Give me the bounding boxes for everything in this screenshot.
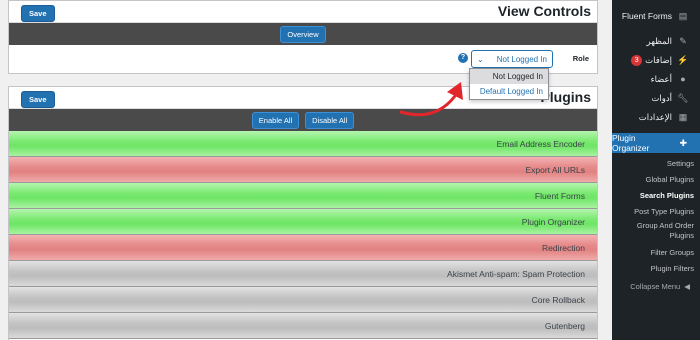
sidebar-item-label: Plugin Organizer xyxy=(612,133,650,153)
plugin-row[interactable]: Plugin Organizer xyxy=(9,209,597,235)
submenu-search-plugins[interactable]: Search Plugins xyxy=(612,191,700,201)
plugin-row[interactable]: Fluent Forms xyxy=(9,183,597,209)
sidebar-item-fluent-forms[interactable]: Fluent Forms ▤ xyxy=(612,7,700,25)
plugin-name: Plugin Organizer xyxy=(521,216,585,227)
submenu-settings[interactable]: Settings xyxy=(612,159,700,169)
collapse-arrow-icon: ◀ xyxy=(684,282,690,291)
view-controls-bar: Overview xyxy=(9,23,597,45)
role-select-value: Not Logged In xyxy=(496,54,547,64)
plugin-row[interactable]: Akismet Anti-spam: Spam Protection xyxy=(9,261,597,287)
sidebar-item-label: الإعدادات xyxy=(638,111,672,122)
puzzle-icon: ✚ xyxy=(679,137,688,148)
role-label: Role xyxy=(572,54,589,63)
plugins-panel: Save Plugins Enable All Disable All Emai… xyxy=(8,86,598,340)
collapse-menu-button[interactable]: Collapse Menu ◀ xyxy=(612,282,700,291)
overview-button[interactable]: Overview xyxy=(280,25,326,43)
sidebar-item-settings[interactable]: الإعدادات ▦ xyxy=(612,108,700,126)
plugin-row[interactable]: Email Address Encoder xyxy=(9,131,597,157)
plugin-row[interactable]: Export All URLs xyxy=(9,157,597,183)
plugin-list: Email Address Encoder Export All URLs Flue… xyxy=(9,131,597,339)
update-count-badge: 3 xyxy=(631,54,643,66)
submenu-filter-groups[interactable]: Filter Groups xyxy=(612,248,700,258)
plugin-name: Core Rollback xyxy=(531,294,585,305)
annotation-arrow-icon xyxy=(399,82,463,117)
sidebar-item-tools[interactable]: أدوات 🔧︎ xyxy=(612,89,700,107)
submenu-plugin-filters[interactable]: Plugin Filters xyxy=(612,264,700,274)
wrench-icon: 🔧︎ xyxy=(677,92,689,103)
settings-icon: ▦ xyxy=(678,111,688,122)
plugin-row[interactable]: Redirection xyxy=(9,235,597,261)
role-select[interactable]: ⌄ Not Logged In xyxy=(471,50,553,68)
sidebar-item-plugin-organizer[interactable]: Plugin Organizer ✚ xyxy=(612,133,700,153)
help-icon[interactable]: ? xyxy=(458,53,468,63)
plugin-name: Email Address Encoder xyxy=(496,138,585,149)
collapse-menu-label: Collapse Menu xyxy=(630,282,681,291)
sidebar-item-label: إضافات xyxy=(645,54,672,65)
plugins-save-button[interactable]: Save xyxy=(21,91,55,108)
brush-icon: ✎ xyxy=(679,35,687,46)
sidebar-item-users[interactable]: أعضاء ● xyxy=(612,70,700,88)
plugin-row[interactable]: Core Rollback xyxy=(9,287,597,313)
submenu-post-type-plugins[interactable]: Post Type Plugins xyxy=(612,207,700,217)
sidebar-item-label: أعضاء xyxy=(650,73,672,84)
plugin-icon: ⚡ xyxy=(677,54,689,65)
sidebar-item-appearance[interactable]: المظهر ✎ xyxy=(612,32,700,50)
plugin-name: Redirection xyxy=(542,242,585,253)
plugin-row[interactable]: Gutenberg xyxy=(9,313,597,339)
view-controls-save-button[interactable]: Save xyxy=(21,5,55,22)
sidebar-item-label: المظهر xyxy=(646,35,672,46)
submenu-group-and-order-plugins[interactable]: Group And Order Plugins xyxy=(612,221,700,241)
sidebar-item-plugins[interactable]: 3 إضافات ⚡ xyxy=(612,51,700,69)
user-icon: ● xyxy=(680,74,686,84)
plugin-name: Gutenberg xyxy=(544,320,585,331)
plugin-name: Fluent Forms xyxy=(534,190,585,201)
plugin-name: Export All URLs xyxy=(525,164,585,175)
chevron-down-icon: ⌄ xyxy=(477,54,484,64)
view-controls-header: Save View Controls xyxy=(9,1,597,23)
plugin-name: Akismet Anti-spam: Spam Protection xyxy=(447,268,585,279)
disable-all-button[interactable]: Disable All xyxy=(305,111,355,129)
view-controls-panel: Save View Controls Overview ? ⌄ Not Logg… xyxy=(8,0,598,74)
sidebar-item-label: Fluent Forms xyxy=(621,11,672,21)
view-controls-title: View Controls xyxy=(497,3,591,19)
plugins-bar: Enable All Disable All xyxy=(9,109,597,131)
submenu-global-plugins[interactable]: Global Plugins xyxy=(612,175,700,185)
admin-sidebar: Fluent Forms ▤ المظهر ✎ 3 إضافات ⚡ أعضاء… xyxy=(612,0,700,340)
enable-all-button[interactable]: Enable All xyxy=(251,111,300,129)
sidebar-item-label: أدوات xyxy=(651,92,672,103)
form-icon: ▤ xyxy=(678,10,688,21)
